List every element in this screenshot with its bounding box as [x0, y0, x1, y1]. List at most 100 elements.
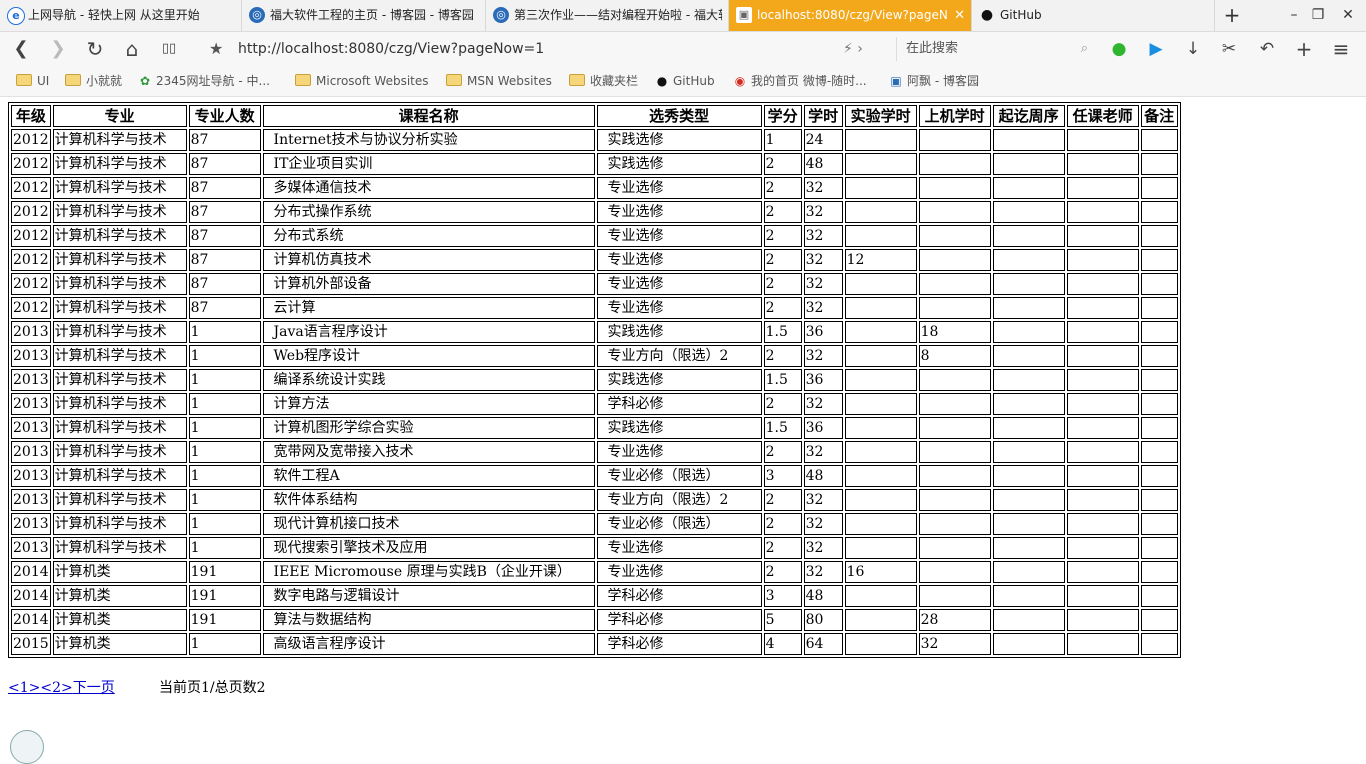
table-row: 2013 计算机科学与技术 1 计算机图形学综合实验 实践选修 1.5 36 — [11, 417, 1178, 439]
table-row: 2013 计算机科学与技术 1 宽带网及宽带接入技术 专业选修 2 32 — [11, 441, 1178, 463]
table-cell — [992, 561, 1065, 583]
table-cell — [992, 201, 1065, 223]
wechat-icon[interactable]: ● — [1106, 36, 1132, 62]
bookmark-cnblogs[interactable]: ▣ 阿飘 - 博客园 — [889, 66, 979, 96]
menu-icon[interactable]: ≡ — [1328, 36, 1354, 62]
table-row: 2013 计算机科学与技术 1 Java语言程序设计 实践选修 1.5 36 18 — [11, 321, 1178, 343]
table-cell: Web程序设计 — [262, 345, 595, 367]
table-cell — [992, 489, 1065, 511]
table-cell — [1066, 177, 1139, 199]
bookmark-microsoft[interactable]: Microsoft Websites — [295, 66, 429, 96]
column-header: 备注 — [1140, 105, 1178, 127]
table-cell: 2 — [763, 297, 802, 319]
table-cell: 2013 — [11, 345, 51, 367]
reader-mode-button[interactable]: ▯▯ — [156, 36, 182, 62]
table-cell: 2013 — [11, 489, 51, 511]
undo-icon[interactable]: ↶ — [1254, 36, 1280, 62]
table-cell — [1140, 321, 1178, 343]
tab-navigation[interactable]: e 上网导航 - 轻快上网 从这里开始 — [0, 0, 242, 31]
table-cell: 2013 — [11, 537, 51, 559]
table-cell: 36 — [803, 369, 843, 391]
table-cell: 32 — [803, 513, 843, 535]
bookmark-favorites[interactable]: 收藏夹栏 — [569, 66, 638, 96]
table-cell: 1 — [763, 129, 802, 151]
forward-button[interactable]: ❯ — [45, 36, 71, 62]
scissors-icon[interactable]: ✂ — [1216, 36, 1242, 62]
table-cell — [1140, 273, 1178, 295]
bookmark-xiaojiujiu[interactable]: 小就就 — [65, 66, 122, 96]
table-cell — [1066, 585, 1139, 607]
table-cell: 1 — [188, 417, 261, 439]
table-cell: 实践选修 — [596, 153, 762, 175]
table-cell: 计算机科学与技术 — [52, 297, 187, 319]
table-cell — [1140, 297, 1178, 319]
table-cell — [992, 513, 1065, 535]
table-cell: 数字电路与逻辑设计 — [262, 585, 595, 607]
plus-icon[interactable]: + — [1291, 36, 1317, 62]
table-cell: 算法与数据结构 — [262, 609, 595, 631]
table-cell: Java语言程序设计 — [262, 321, 595, 343]
star-icon[interactable]: ★ — [209, 36, 223, 62]
table-cell: 实践选修 — [596, 129, 762, 151]
floating-avatar[interactable] — [10, 730, 44, 764]
table-cell: 计算机科学与技术 — [52, 369, 187, 391]
lightning-icon[interactable]: ⚡ › — [843, 37, 863, 61]
play-icon[interactable]: ▶ — [1143, 36, 1169, 62]
table-cell — [992, 273, 1065, 295]
close-window-button[interactable]: ✕ — [1330, 0, 1366, 31]
back-button[interactable]: ❮ — [8, 36, 34, 62]
table-cell — [992, 249, 1065, 271]
table-cell — [992, 345, 1065, 367]
table-cell: 1 — [188, 345, 261, 367]
bookmark-label: UI — [37, 74, 50, 88]
page-1-link[interactable]: <1> — [8, 680, 40, 696]
table-cell — [1140, 393, 1178, 415]
home-button[interactable]: ⌂ — [119, 36, 145, 62]
download-icon[interactable]: ↓ — [1180, 36, 1206, 62]
tab-github[interactable]: ● GitHub — [972, 0, 1215, 31]
table-cell — [1140, 129, 1178, 151]
table-cell — [1140, 369, 1178, 391]
table-cell — [844, 345, 917, 367]
bookmark-weibo[interactable]: ◉ 我的首页 微博-随时... — [733, 66, 867, 96]
table-cell: 学科必修 — [596, 585, 762, 607]
close-icon[interactable]: ✕ — [954, 0, 965, 31]
table-cell — [1066, 273, 1139, 295]
table-cell: 计算机科学与技术 — [52, 417, 187, 439]
table-cell: 32 — [803, 273, 843, 295]
search-icon[interactable]: ⌕ — [1081, 37, 1088, 61]
reload-button[interactable]: ↻ — [82, 36, 108, 62]
table-cell — [1066, 153, 1139, 175]
tab-localhost[interactable]: ▣ localhost:8080/czg/View?pageN ✕ — [729, 0, 972, 31]
table-cell: 36 — [803, 417, 843, 439]
table-cell: 2 — [763, 225, 802, 247]
table-cell: 计算机科学与技术 — [52, 441, 187, 463]
next-page-link[interactable]: 下一页 — [73, 680, 115, 696]
page-2-link[interactable]: <2> — [40, 680, 72, 696]
bookmark-github[interactable]: ● GitHub — [655, 66, 715, 96]
table-cell — [1140, 561, 1178, 583]
tab-assignment[interactable]: ◎ 第三次作业——结对编程开始啦 - 福大软件工程 — [486, 0, 729, 31]
table-cell: 计算机科学与技术 — [52, 201, 187, 223]
tab-label: 第三次作业——结对编程开始啦 - 福大软件工程 — [514, 8, 722, 22]
table-cell: 1 — [188, 393, 261, 415]
bookmark-msn[interactable]: MSN Websites — [446, 66, 552, 96]
table-cell: 2 — [763, 489, 802, 511]
search-input[interactable]: 在此搜索 ⌕ — [896, 37, 1092, 61]
bookmark-ui[interactable]: UI — [16, 66, 49, 96]
table-cell — [1066, 441, 1139, 463]
tab-fzu-homepage[interactable]: ◎ 福大软件工程的主页 - 博客园 - 博客园 — [242, 0, 486, 31]
table-cell — [1066, 417, 1139, 439]
table-cell: 2 — [763, 201, 802, 223]
table-cell: 计算机科学与技术 — [52, 225, 187, 247]
table-cell: 2 — [763, 537, 802, 559]
table-cell: 计算机科学与技术 — [52, 273, 187, 295]
table-cell: 2012 — [11, 129, 51, 151]
address-bar[interactable]: http://localhost:8080/czg/View?pageNow=1 — [238, 36, 544, 62]
bookmarks-bar: UI 小就就 ✿ 2345网址导航 - 中... Microsoft Websit… — [0, 66, 1366, 97]
bookmark-2345[interactable]: ✿ 2345网址导航 - 中... — [138, 66, 270, 96]
table-cell: 学科必修 — [596, 609, 762, 631]
table-cell: 2012 — [11, 297, 51, 319]
new-tab-button[interactable]: + — [1214, 0, 1250, 31]
table-cell: IEEE Micromouse 原理与实践B（企业开课） — [262, 561, 595, 583]
